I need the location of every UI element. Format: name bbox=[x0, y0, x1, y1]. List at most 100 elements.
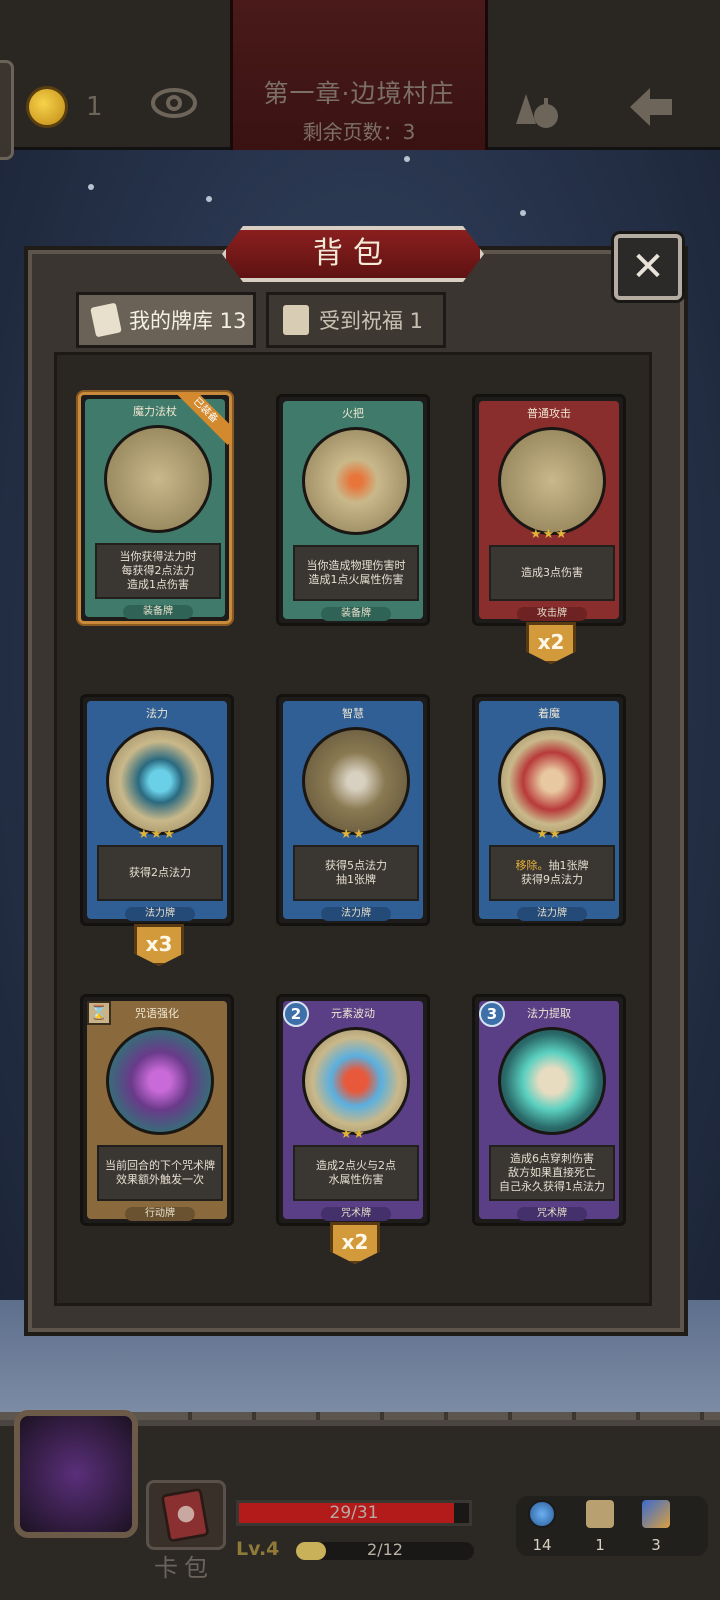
chapter-title: 第一章·边境村庄 bbox=[263, 79, 455, 108]
level-label: Lv.4 bbox=[236, 1538, 280, 1560]
gift-icon bbox=[283, 305, 309, 335]
snowflake bbox=[206, 196, 212, 202]
madman-art-icon bbox=[498, 727, 606, 835]
hourglass-icon: ⌛ bbox=[87, 1001, 111, 1025]
desc-highlight: 移除。 bbox=[515, 859, 549, 872]
snowflake bbox=[520, 210, 526, 216]
card-stars: ★★ bbox=[536, 827, 562, 842]
side-tab[interactable] bbox=[0, 60, 14, 160]
card-name: 智慧 bbox=[342, 707, 364, 720]
panel-title: 背包 bbox=[313, 236, 393, 271]
desc-line: 当前回合的下个咒术牌 bbox=[105, 1159, 215, 1172]
card-type: 装备牌 bbox=[123, 605, 193, 619]
card-description: 造成2点火与2点 水属性伤害 bbox=[293, 1145, 419, 1201]
tab-label: 受到祝福 1 bbox=[319, 309, 424, 333]
health-bar: 29/31 bbox=[236, 1500, 472, 1526]
snowflake bbox=[88, 184, 94, 190]
card-type: 行动牌 bbox=[125, 1207, 195, 1221]
fire-water-art-icon bbox=[302, 1027, 410, 1135]
desc-line: 造成1点伤害 bbox=[127, 578, 189, 591]
sage-art-icon bbox=[302, 727, 410, 835]
card-type: 法力牌 bbox=[321, 907, 391, 921]
desc-line: 获得9点法力 bbox=[521, 873, 583, 886]
card-type: 法力牌 bbox=[125, 907, 195, 921]
resource-potions[interactable]: 14 bbox=[522, 1500, 562, 1554]
card-description: 造成6点穿刺伤害 敌方如果直接死亡 自己永久获得1点法力 bbox=[489, 1145, 615, 1201]
card-mana[interactable]: 法力 ★★★ 获得2点法力 法力牌 bbox=[80, 694, 234, 926]
card-description: 造成3点伤害 bbox=[489, 545, 615, 601]
equipped-label: 已装备 bbox=[175, 393, 231, 445]
resource-hourglass[interactable]: 1 bbox=[580, 1500, 620, 1554]
desc-line: 获得2点法力 bbox=[129, 866, 191, 879]
resource-value: 1 bbox=[595, 1536, 605, 1554]
close-icon: ✕ bbox=[631, 244, 665, 290]
tab-my-deck[interactable]: 我的牌库 13 bbox=[76, 292, 256, 348]
card-elemental-wave[interactable]: 元素波动 ★★ 造成2点火与2点 水属性伤害 咒术牌 2 bbox=[276, 994, 430, 1226]
card-description: 当你造成物理伤害时 造成1点火属性伤害 bbox=[293, 545, 419, 601]
cards-icon bbox=[642, 1500, 670, 1528]
mana-cost: 3 bbox=[479, 1001, 505, 1027]
resource-value: 3 bbox=[651, 1536, 661, 1554]
card-name: 着魔 bbox=[538, 707, 560, 720]
desc-line: 抽1张牌 bbox=[336, 873, 376, 886]
desc-line: 造成3点伤害 bbox=[521, 566, 583, 579]
bag-pumpkin-icon[interactable] bbox=[510, 84, 566, 130]
card-description: 获得2点法力 bbox=[97, 845, 223, 901]
card-basic-attack[interactable]: 普通攻击 ★★★ 造成3点伤害 攻击牌 bbox=[472, 394, 626, 626]
skull-art-icon bbox=[498, 1027, 606, 1135]
card-stars: ★★★ bbox=[530, 527, 568, 542]
desc-text: 抽1张牌 bbox=[548, 859, 589, 872]
deck-label: 卡包 bbox=[154, 1554, 214, 1582]
card-name: 法力 bbox=[146, 707, 168, 720]
tab-label: 我的牌库 13 bbox=[129, 309, 247, 333]
close-button[interactable]: ✕ bbox=[614, 234, 682, 300]
xp-text: 2/12 bbox=[367, 1540, 403, 1559]
health-text: 29/31 bbox=[329, 1503, 379, 1523]
tab-blessings[interactable]: 受到祝福 1 bbox=[266, 292, 446, 348]
pages-left: 剩余页数：3 bbox=[302, 120, 416, 144]
card-obsessed[interactable]: 着魔 ★★ 移除。抽1张牌 获得9点法力 法力牌 bbox=[472, 694, 626, 926]
resource-cards[interactable]: 3 bbox=[636, 1500, 676, 1554]
equipped-tag: 已装备 bbox=[175, 393, 231, 449]
xp-bar: 2/12 bbox=[296, 1540, 474, 1560]
card-icon bbox=[90, 302, 122, 338]
torch-art-icon bbox=[302, 427, 410, 535]
card-torch[interactable]: 火把 当你造成物理伤害时 造成1点火属性伤害 装备牌 bbox=[276, 394, 430, 626]
desc-line: 自己永久获得1点法力 bbox=[499, 1180, 605, 1193]
card-wisdom[interactable]: 智慧 ★★ 获得5点法力 抽1张牌 法力牌 bbox=[276, 694, 430, 926]
eye-icon[interactable] bbox=[150, 86, 198, 120]
hourglass-icon bbox=[586, 1500, 614, 1528]
desc-line: 造成6点穿刺伤害 bbox=[510, 1152, 594, 1165]
card-spell-enhance[interactable]: 咒语强化 当前回合的下个咒术牌 效果额外触发一次 行动牌 ⌛ bbox=[80, 994, 234, 1226]
card-stars: ★★ bbox=[340, 1127, 366, 1142]
desc-line: 获得5点法力 bbox=[325, 859, 387, 872]
card-description: 当前回合的下个咒术牌 效果额外触发一次 bbox=[97, 1145, 223, 1201]
mana-potion-icon bbox=[528, 1500, 556, 1528]
card-stars: ★★ bbox=[340, 827, 366, 842]
card-stars: ★★★ bbox=[138, 827, 176, 842]
crown-coin-icon bbox=[26, 86, 68, 128]
back-arrow-icon[interactable] bbox=[626, 84, 676, 130]
desc-line: 每获得2点法力 bbox=[121, 564, 195, 577]
card-type: 攻击牌 bbox=[517, 607, 587, 621]
card-type: 法力牌 bbox=[517, 907, 587, 921]
card-type: 咒术牌 bbox=[517, 1207, 587, 1221]
deck-button[interactable] bbox=[146, 1480, 226, 1550]
card-description: 获得5点法力 抽1张牌 bbox=[293, 845, 419, 901]
desc-line: 造成2点火与2点 bbox=[316, 1159, 396, 1172]
resource-value: 14 bbox=[532, 1536, 552, 1554]
club-art-icon bbox=[498, 427, 606, 535]
mana-cost: 2 bbox=[283, 1001, 309, 1027]
desc-line: 当你获得法力时 bbox=[119, 550, 197, 563]
crystal-art-icon bbox=[106, 1027, 214, 1135]
desc-line: 效果额外触发一次 bbox=[116, 1173, 204, 1186]
card-type: 咒术牌 bbox=[321, 1207, 391, 1221]
card-magic-staff[interactable]: 魔力法杖 当你获得法力时 每获得2点法力 造成1点伤害 装备牌 已装备 bbox=[78, 392, 232, 624]
desc-line: 敌方如果直接死亡 bbox=[508, 1166, 596, 1179]
card-mana-extract[interactable]: 法力提取 造成6点穿刺伤害 敌方如果直接死亡 自己永久获得1点法力 咒术牌 3 bbox=[472, 994, 626, 1226]
top-bar: 1 第一章·边境村庄 剩余页数：3 bbox=[0, 0, 720, 160]
card-description: 移除。抽1张牌 获得9点法力 bbox=[489, 845, 615, 901]
desc-line: 当你造成物理伤害时 bbox=[306, 559, 406, 572]
card-description: 当你获得法力时 每获得2点法力 造成1点伤害 bbox=[95, 543, 221, 599]
hero-portrait[interactable] bbox=[14, 1410, 138, 1538]
